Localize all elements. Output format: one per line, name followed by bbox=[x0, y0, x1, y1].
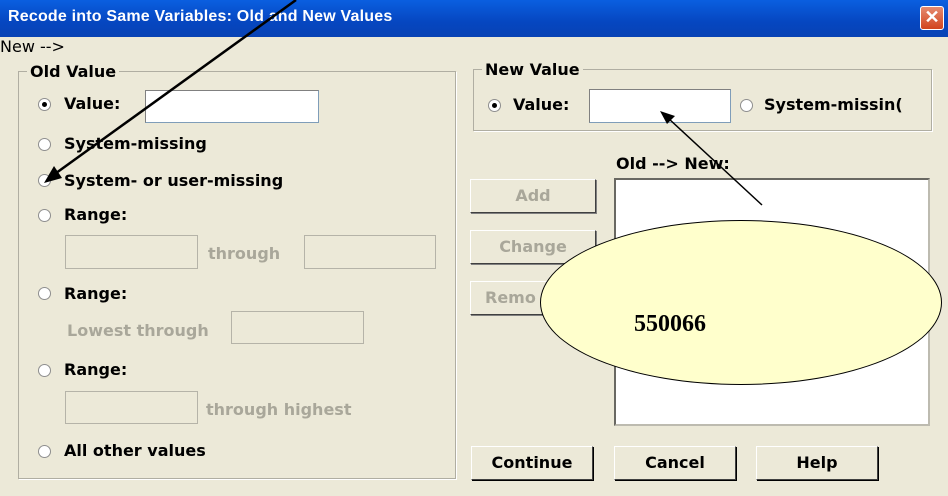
new-value-radio[interactable] bbox=[488, 99, 501, 112]
range1-radio[interactable] bbox=[38, 209, 51, 222]
all-other-values-label: All other values bbox=[64, 441, 206, 460]
new-value-label: Value: bbox=[513, 95, 570, 114]
range1-through-label: through bbox=[208, 244, 281, 263]
range2-label: Range: bbox=[64, 284, 128, 303]
range2-input[interactable] bbox=[231, 311, 364, 344]
new-value-input[interactable] bbox=[589, 89, 731, 123]
close-icon[interactable]: ✕ bbox=[920, 6, 944, 30]
range1-to-input[interactable] bbox=[304, 235, 436, 269]
range2-radio[interactable] bbox=[38, 287, 51, 300]
range3-through-highest-label: through highest bbox=[206, 400, 352, 419]
old-value-legend: Old Value bbox=[27, 62, 120, 81]
range3-input[interactable] bbox=[65, 391, 198, 424]
system-or-user-missing-radio[interactable] bbox=[38, 174, 51, 187]
range1-label: Range: bbox=[64, 205, 128, 224]
system-missing-label: System-missing bbox=[64, 134, 207, 153]
old-value-input[interactable] bbox=[145, 90, 319, 123]
new-system-missing-radio[interactable] bbox=[740, 99, 753, 112]
window-title: Recode into Same Variables: Old and New … bbox=[8, 8, 393, 25]
callout-text: 550066 bbox=[634, 311, 706, 337]
range3-radio[interactable] bbox=[38, 364, 51, 377]
help-button[interactable]: Help bbox=[756, 446, 878, 480]
dialog-client: Old Value Value: System-missing System- … bbox=[0, 37, 948, 496]
old-value-radio[interactable] bbox=[38, 98, 51, 111]
system-or-user-missing-label: System- or user-missing bbox=[64, 171, 284, 190]
new-value-legend: New Value bbox=[482, 60, 583, 79]
new-system-missing-label: System-missin( bbox=[764, 95, 903, 114]
continue-button[interactable]: Continue bbox=[471, 446, 593, 480]
title-bar: Recode into Same Variables: Old and New … bbox=[0, 0, 948, 37]
cancel-button[interactable]: Cancel bbox=[614, 446, 736, 480]
callout-ellipse bbox=[540, 220, 942, 385]
add-button[interactable]: Add bbox=[470, 179, 596, 213]
range3-label: Range: bbox=[64, 360, 128, 379]
all-other-values-radio[interactable] bbox=[38, 445, 51, 458]
old-new-label: Old --> New: bbox=[616, 154, 730, 173]
range2-lowest-through-label: Lowest through bbox=[67, 321, 209, 340]
system-missing-radio[interactable] bbox=[38, 138, 51, 151]
old-value-label: Value: bbox=[64, 94, 121, 113]
range1-from-input[interactable] bbox=[65, 235, 198, 269]
